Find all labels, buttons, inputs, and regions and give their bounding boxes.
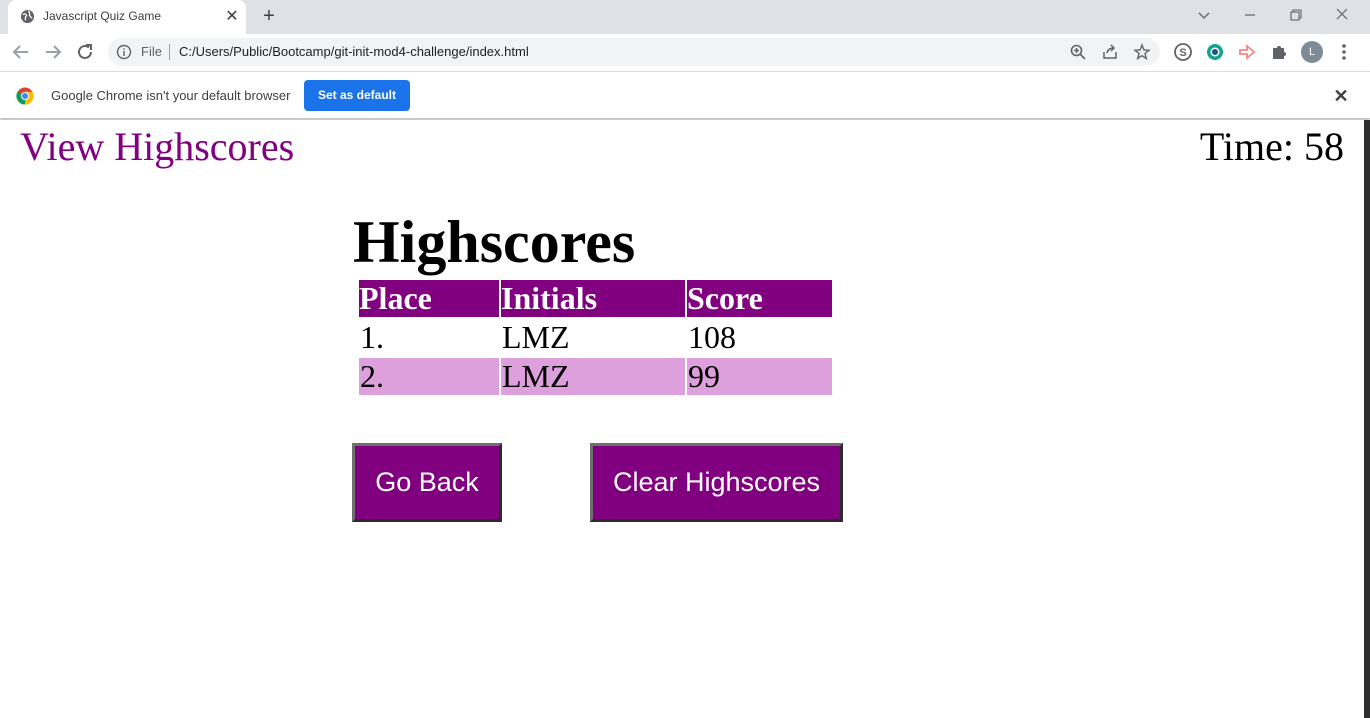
circle-extension-icon[interactable] bbox=[1205, 42, 1225, 62]
chrome-logo-icon bbox=[16, 87, 34, 105]
info-icon[interactable] bbox=[116, 44, 132, 60]
reload-icon[interactable] bbox=[73, 40, 97, 64]
table-header-row: Place Initials Score bbox=[359, 280, 832, 317]
browser-toolbar: File C:/Users/Public/Bootcamp/git-init-m… bbox=[0, 34, 1370, 71]
clear-highscores-button[interactable]: Clear Highscores bbox=[590, 443, 843, 522]
page-scrollbar[interactable] bbox=[1364, 120, 1370, 718]
extensions-puzzle-icon[interactable] bbox=[1269, 42, 1289, 62]
page-content: View Highscores Time: 58 Highscores Plac… bbox=[0, 120, 1364, 718]
table-row: 2. LMZ 99 bbox=[359, 358, 832, 395]
back-arrow-icon[interactable] bbox=[9, 40, 33, 64]
forward-arrow-icon[interactable] bbox=[41, 40, 65, 64]
column-header-place: Place bbox=[359, 280, 499, 317]
tab-title: Javascript Quiz Game bbox=[43, 9, 162, 23]
tab-search-icon[interactable] bbox=[1193, 5, 1215, 25]
profile-avatar[interactable]: L bbox=[1301, 41, 1323, 63]
minimize-icon[interactable] bbox=[1239, 5, 1261, 25]
bookmark-star-icon[interactable] bbox=[1133, 43, 1151, 61]
page-title: Highscores bbox=[353, 209, 636, 275]
share-icon[interactable] bbox=[1101, 43, 1119, 61]
close-window-icon[interactable] bbox=[1331, 5, 1353, 25]
address-divider bbox=[169, 44, 170, 60]
score-cell: 108 bbox=[688, 319, 736, 355]
new-tab-button[interactable]: + bbox=[258, 6, 280, 28]
timer-display: Time: 58 bbox=[1199, 124, 1344, 169]
menu-dots-icon[interactable] bbox=[1334, 42, 1354, 62]
globe-icon bbox=[20, 9, 35, 24]
browser-tab[interactable]: Javascript Quiz Game ✕ bbox=[8, 0, 246, 34]
view-highscores-link[interactable]: View Highscores bbox=[20, 123, 294, 170]
tab-close-icon[interactable]: ✕ bbox=[224, 9, 240, 25]
infobar-message: Google Chrome isn't your default browser bbox=[51, 88, 291, 103]
go-back-button[interactable]: Go Back bbox=[352, 443, 502, 522]
table-row: 1. LMZ 108 bbox=[359, 319, 832, 356]
set-as-default-button[interactable]: Set as default bbox=[304, 80, 410, 111]
highscores-table: Place Initials Score 1. LMZ 108 2. LMZ 9… bbox=[357, 278, 834, 397]
arrow-extension-icon[interactable] bbox=[1237, 42, 1257, 62]
scheme-label: File bbox=[141, 44, 162, 59]
tab-strip: Javascript Quiz Game ✕ + bbox=[0, 0, 1370, 34]
skype-extension-icon[interactable]: S bbox=[1173, 42, 1193, 62]
restore-icon[interactable] bbox=[1285, 5, 1307, 25]
zoom-icon[interactable] bbox=[1069, 43, 1087, 61]
column-header-initials: Initials bbox=[501, 280, 685, 317]
url-text[interactable]: C:/Users/Public/Bootcamp/git-init-mod4-c… bbox=[179, 44, 529, 59]
address-bar[interactable]: File C:/Users/Public/Bootcamp/git-init-m… bbox=[108, 38, 1160, 66]
place-cell: 2. bbox=[359, 358, 499, 395]
place-cell: 1. bbox=[360, 319, 384, 355]
svg-text:S: S bbox=[1179, 47, 1186, 59]
column-header-score: Score bbox=[687, 280, 832, 317]
initials-cell: LMZ bbox=[501, 358, 685, 395]
score-cell: 99 bbox=[687, 358, 832, 395]
infobar-close-icon[interactable]: ✕ bbox=[1332, 87, 1350, 105]
default-browser-infobar: Google Chrome isn't your default browser… bbox=[0, 71, 1370, 119]
initials-cell: LMZ bbox=[502, 319, 570, 355]
